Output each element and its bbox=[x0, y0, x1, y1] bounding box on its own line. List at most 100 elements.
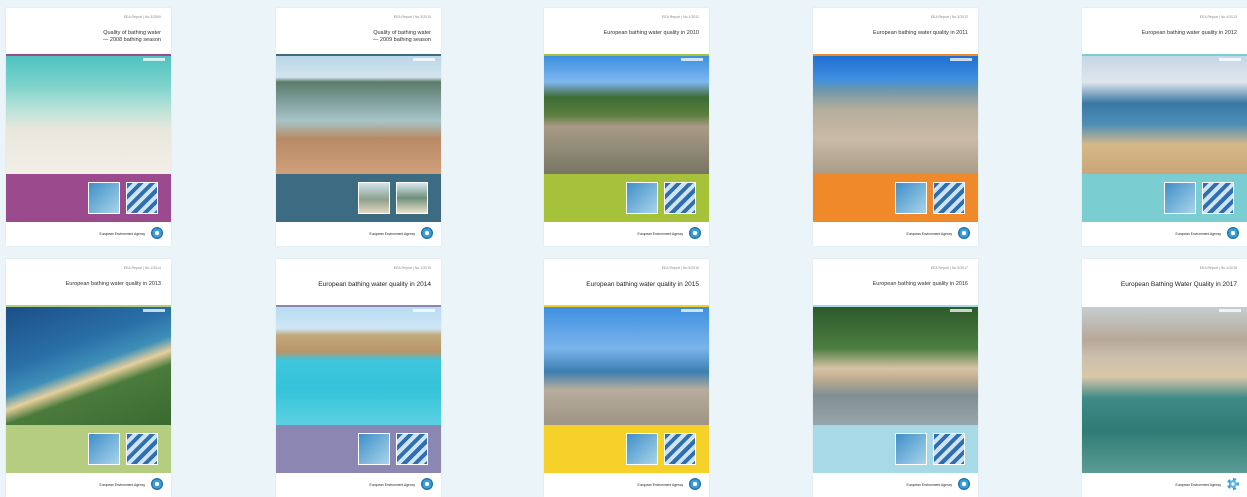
color-band bbox=[276, 174, 441, 222]
color-band bbox=[544, 425, 709, 473]
beach-photo bbox=[6, 56, 171, 174]
eea-logo-icon bbox=[689, 227, 701, 239]
report-cover-2009[interactable]: EEA Report | No 3/2010 Quality of bathin… bbox=[276, 8, 441, 246]
water-thumbnail bbox=[88, 182, 120, 214]
beach-thumbnail bbox=[396, 182, 428, 214]
report-number: EEA Report | No 3/2010 bbox=[393, 15, 431, 19]
agency-name: European Environment Agency bbox=[906, 232, 952, 236]
color-band bbox=[813, 425, 978, 473]
water-thumbnail bbox=[626, 182, 658, 214]
umbrella-thumbnail bbox=[664, 433, 696, 465]
cover-footer: European Environment Agency bbox=[6, 222, 171, 246]
umbrella-thumbnail bbox=[396, 433, 428, 465]
cover-header: EEA Report | No 5/2017 European bathing … bbox=[813, 259, 978, 305]
report-number: EEA Report | No 1/2014 bbox=[123, 266, 161, 270]
report-cover-2013[interactable]: EEA Report | No 1/2014 European bathing … bbox=[6, 259, 171, 497]
report-cover-2017[interactable]: EEA Report | No 2/2018 European Bathing … bbox=[1082, 259, 1247, 497]
cover-footer: European Environment Agency bbox=[813, 473, 978, 497]
cover-header: EEA Report | No 1/2015 European bathing … bbox=[276, 259, 441, 305]
eea-logo-icon bbox=[958, 227, 970, 239]
cover-title: European bathing water quality in 2016 bbox=[872, 281, 968, 287]
forest-lake-photo bbox=[813, 307, 978, 425]
report-number: EEA Report | No 4/2013 bbox=[1199, 15, 1237, 19]
cover-header: EEA Report | No 9/2016 European bathing … bbox=[544, 259, 709, 305]
agency-name: European Environment Agency bbox=[369, 232, 415, 236]
report-number: EEA Report | No 2/2018 bbox=[1199, 266, 1237, 270]
color-band bbox=[6, 174, 171, 222]
cover-footer: European Environment Agency bbox=[1082, 473, 1247, 497]
report-number: EEA Report | No 5/2017 bbox=[930, 266, 968, 270]
color-band bbox=[6, 425, 171, 473]
eea-logo-icon bbox=[151, 478, 163, 490]
report-cover-2014[interactable]: EEA Report | No 1/2015 European bathing … bbox=[276, 259, 441, 497]
umbrella-thumbnail bbox=[933, 182, 965, 214]
report-cover-2016[interactable]: EEA Report | No 5/2017 European bathing … bbox=[813, 259, 978, 497]
umbrella-thumbnail bbox=[126, 433, 158, 465]
cover-header: EEA Report | No 1/2014 European bathing … bbox=[6, 259, 171, 305]
cover-title: European bathing water quality in 2010 bbox=[603, 30, 699, 36]
cover-title: European bathing water quality in 2013 bbox=[65, 281, 161, 287]
report-cover-2010[interactable]: EEA Report | No 1/2011 European bathing … bbox=[544, 8, 709, 246]
eea-logo-icon bbox=[1227, 478, 1239, 490]
eea-logo-icon bbox=[421, 478, 433, 490]
cover-header: EEA Report | No 4/2013 European bathing … bbox=[1082, 8, 1247, 54]
water-thumbnail bbox=[1164, 182, 1196, 214]
water-thumbnail bbox=[626, 433, 658, 465]
cover-title: Quality of bathing water — 2009 bathing … bbox=[372, 30, 431, 43]
lake-pier-photo bbox=[276, 56, 441, 174]
water-thumbnail bbox=[895, 182, 927, 214]
cover-title: Quality of bathing water — 2008 bathing … bbox=[102, 30, 161, 43]
umbrella-thumbnail bbox=[126, 182, 158, 214]
umbrella-thumbnail bbox=[1202, 182, 1234, 214]
crowded-beach-photo bbox=[813, 56, 978, 174]
city-beach-photo bbox=[1082, 307, 1247, 473]
cover-footer: European Environment Agency bbox=[6, 473, 171, 497]
cover-header: EEA Report | No 3/2009 Quality of bathin… bbox=[6, 8, 171, 54]
cover-title: European Bathing Water Quality in 2017 bbox=[1120, 281, 1237, 288]
bay-photo bbox=[1082, 56, 1247, 174]
cover-footer: European Environment Agency bbox=[544, 473, 709, 497]
report-number: EEA Report | No 1/2015 bbox=[393, 266, 431, 270]
cover-title: European bathing water quality in 2014 bbox=[318, 281, 431, 288]
agency-name: European Environment Agency bbox=[1175, 483, 1221, 487]
lagoon-photo bbox=[276, 307, 441, 425]
cover-header: EEA Report | No 2/2018 European Bathing … bbox=[1082, 259, 1247, 305]
cover-title: European bathing water quality in 2011 bbox=[873, 30, 968, 36]
eea-logo-icon bbox=[1227, 227, 1239, 239]
beach-thumbnail bbox=[358, 182, 390, 214]
eea-logo-icon bbox=[421, 227, 433, 239]
aerial-sandbar-photo bbox=[6, 307, 171, 425]
report-cover-2008[interactable]: EEA Report | No 3/2009 Quality of bathin… bbox=[6, 8, 171, 246]
color-band bbox=[1082, 174, 1247, 222]
color-band bbox=[276, 425, 441, 473]
umbrella-thumbnail bbox=[664, 182, 696, 214]
report-number: EEA Report | No 3/2012 bbox=[930, 15, 968, 19]
eea-logo-icon bbox=[151, 227, 163, 239]
agency-name: European Environment Agency bbox=[99, 232, 145, 236]
agency-name: European Environment Agency bbox=[906, 483, 952, 487]
color-band bbox=[544, 174, 709, 222]
water-thumbnail bbox=[895, 433, 927, 465]
cover-header: EEA Report | No 3/2010 Quality of bathin… bbox=[276, 8, 441, 54]
agency-name: European Environment Agency bbox=[369, 483, 415, 487]
report-cover-2015[interactable]: EEA Report | No 9/2016 European bathing … bbox=[544, 259, 709, 497]
umbrella-thumbnail bbox=[933, 433, 965, 465]
cover-title: European bathing water quality in 2012 bbox=[1141, 30, 1237, 36]
agency-name: European Environment Agency bbox=[1175, 232, 1221, 236]
cover-footer: European Environment Agency bbox=[1082, 222, 1247, 246]
water-thumbnail bbox=[88, 433, 120, 465]
cover-title: European bathing water quality in 2015 bbox=[586, 281, 699, 288]
lake-photo bbox=[544, 56, 709, 174]
agency-name: European Environment Agency bbox=[637, 483, 683, 487]
cover-header: EEA Report | No 1/2011 European bathing … bbox=[544, 8, 709, 54]
agency-name: European Environment Agency bbox=[637, 232, 683, 236]
report-number: EEA Report | No 3/2009 bbox=[123, 15, 161, 19]
report-cover-2012[interactable]: EEA Report | No 4/2013 European bathing … bbox=[1082, 8, 1247, 246]
eea-logo-icon bbox=[689, 478, 701, 490]
cover-footer: European Environment Agency bbox=[813, 222, 978, 246]
report-number: EEA Report | No 1/2011 bbox=[661, 15, 699, 19]
palm-beach-photo bbox=[544, 307, 709, 425]
cover-footer: European Environment Agency bbox=[276, 473, 441, 497]
cover-footer: European Environment Agency bbox=[276, 222, 441, 246]
report-cover-2011[interactable]: EEA Report | No 3/2012 European bathing … bbox=[813, 8, 978, 246]
